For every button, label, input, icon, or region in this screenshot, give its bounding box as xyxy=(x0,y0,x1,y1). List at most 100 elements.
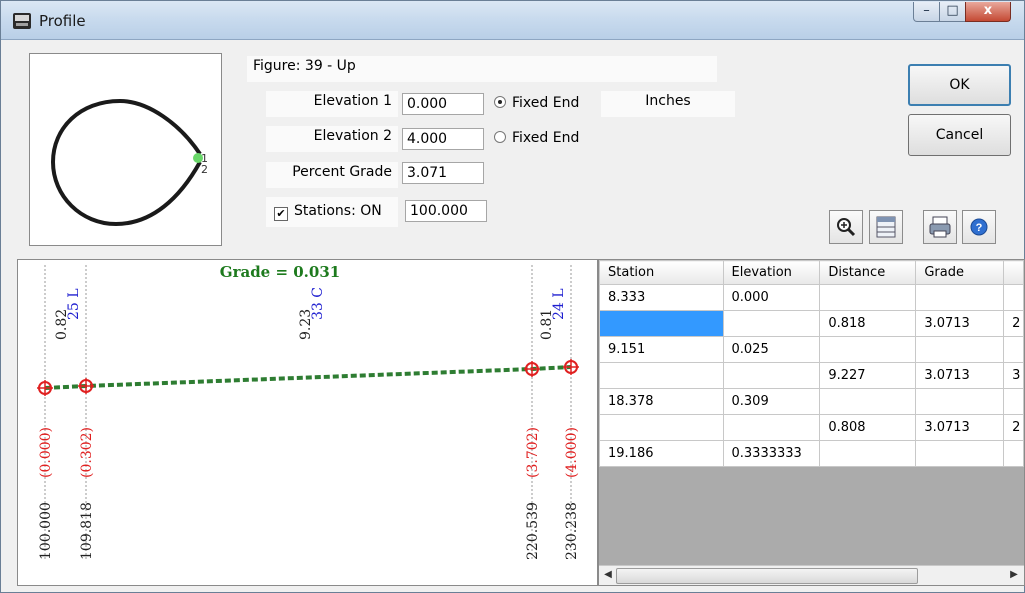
table-cell[interactable] xyxy=(722,310,821,337)
table-cell[interactable]: 0.000 xyxy=(722,284,821,311)
table-cell[interactable] xyxy=(819,440,917,467)
profile-view[interactable]: Grade = 0.031 0.82 25 L 9.23 33 C 0.81 24 L (0.… xyxy=(17,259,598,586)
close-button[interactable]: x xyxy=(965,2,1011,22)
fixed-end1-radio[interactable]: Fixed End xyxy=(494,95,579,111)
station-label: 220.539 xyxy=(525,502,541,560)
table-cell[interactable]: 0.808 xyxy=(819,414,917,441)
table-row[interactable]: 0.808 3.0713 2 xyxy=(599,414,1024,441)
maximize-icon: □ xyxy=(946,3,959,18)
ok-button[interactable]: OK xyxy=(908,64,1011,106)
figure-shape: 1 2 xyxy=(50,98,208,227)
table-cell[interactable] xyxy=(722,414,821,441)
fixed-end1-label: Fixed End xyxy=(512,95,580,111)
table-cell[interactable]: 0.025 xyxy=(722,336,821,363)
table-cell[interactable] xyxy=(599,310,724,337)
column-header[interactable]: Station xyxy=(599,260,724,285)
elevation-label: (0.000) xyxy=(38,427,54,478)
table-cell[interactable]: 8.333 xyxy=(599,284,724,311)
split-view-button[interactable] xyxy=(869,210,903,244)
table-cell[interactable]: 9.151 xyxy=(599,336,724,363)
table-cell[interactable]: 0.3333333 xyxy=(722,440,821,467)
table-cell[interactable]: 9.227 xyxy=(819,362,917,389)
table-cell[interactable]: 2 xyxy=(1003,414,1024,441)
table-cell[interactable]: 3.0713 xyxy=(915,362,1005,389)
app-icon xyxy=(13,13,31,29)
station-label: 100.000 xyxy=(38,502,54,560)
minimize-button[interactable]: – xyxy=(913,2,940,22)
table-cell[interactable]: 18.378 xyxy=(599,388,724,415)
table-cell[interactable] xyxy=(1003,440,1024,467)
figure-preview: 1 2 xyxy=(29,53,222,246)
elevation2-input[interactable]: 4.000 xyxy=(402,128,484,150)
window-title: Profile xyxy=(39,12,86,30)
table-cell[interactable] xyxy=(599,414,724,441)
elevation-label: (3.702) xyxy=(525,427,541,478)
column-header[interactable]: Elevation xyxy=(722,260,821,285)
zoom-in-button[interactable] xyxy=(829,210,863,244)
table-cell[interactable]: 3 xyxy=(1003,362,1024,389)
table-row[interactable]: 9.151 0.025 xyxy=(599,336,1024,363)
help-button[interactable]: ? xyxy=(962,210,996,244)
table-cell[interactable] xyxy=(722,362,821,389)
fixed-end2-label: Fixed End xyxy=(512,130,580,146)
table-cell[interactable] xyxy=(1003,388,1024,415)
elevation1-label: Elevation 1 xyxy=(266,91,398,117)
print-icon xyxy=(929,216,951,238)
elevation-label: (4.000) xyxy=(564,427,580,478)
close-icon: x xyxy=(983,3,993,18)
cancel-button[interactable]: Cancel xyxy=(908,114,1011,156)
column-header[interactable] xyxy=(1003,260,1024,285)
minimize-icon: – xyxy=(923,3,930,18)
scroll-thumb[interactable] xyxy=(616,568,918,584)
column-header[interactable]: Grade xyxy=(915,260,1005,285)
stations-label: Stations: ON xyxy=(294,203,382,219)
table-row[interactable]: 9.227 3.0713 3 xyxy=(599,362,1024,389)
station-label: 230.238 xyxy=(564,502,580,560)
help-icon: ? xyxy=(970,218,988,236)
maximize-button[interactable]: □ xyxy=(939,2,966,22)
table-cell[interactable] xyxy=(1003,284,1024,311)
table-row[interactable]: 18.378 0.309 xyxy=(599,388,1024,415)
percent-grade-label: Percent Grade xyxy=(266,162,398,188)
table-row[interactable]: 8.333 0.000 xyxy=(599,284,1024,311)
units-label: Inches xyxy=(601,91,735,117)
table-cell[interactable]: 3.0713 xyxy=(915,310,1005,337)
table-cell[interactable] xyxy=(819,388,917,415)
elevation1-input[interactable]: 0.000 xyxy=(402,93,484,115)
scroll-right-icon[interactable]: ▶ xyxy=(1006,567,1022,583)
svg-text:?: ? xyxy=(976,222,983,234)
table-cell[interactable]: 0.818 xyxy=(819,310,917,337)
table-cell[interactable]: 2 xyxy=(1003,310,1024,337)
segment-track-label: 33 C xyxy=(310,287,326,320)
table-row[interactable]: 0.818 3.0713 2 xyxy=(599,310,1024,337)
segment-track-label: 24 L xyxy=(551,288,567,320)
table-row[interactable]: 19.186 0.3333333 xyxy=(599,440,1024,467)
fixed-end2-radio[interactable]: Fixed End xyxy=(494,130,579,146)
zoom-in-icon xyxy=(837,218,856,237)
station-label: 109.818 xyxy=(79,502,95,560)
table-cell[interactable] xyxy=(915,336,1005,363)
scroll-left-icon[interactable]: ◀ xyxy=(600,567,616,583)
table-cell[interactable] xyxy=(1003,336,1024,363)
percent-grade-input[interactable]: 3.071 xyxy=(402,162,484,184)
table-cell[interactable] xyxy=(915,440,1005,467)
profile-drawing: Grade = 0.0310.8225 L9.2333 C0.8124 L(0.… xyxy=(37,263,580,560)
elevation2-label: Elevation 2 xyxy=(266,126,398,152)
profile-table[interactable]: Station Elevation Distance Grade 8.333 0.000… xyxy=(598,259,1025,586)
table-cell[interactable]: 19.186 xyxy=(599,440,724,467)
table-cell[interactable]: 3.0713 xyxy=(915,414,1005,441)
table-cell[interactable] xyxy=(599,362,724,389)
horizontal-scrollbar[interactable]: ◀ ▶ xyxy=(599,565,1024,585)
stations-input[interactable]: 100.000 xyxy=(405,200,487,222)
table-cell[interactable] xyxy=(819,284,917,311)
stations-row: ✔ Stations: ON xyxy=(266,197,398,227)
table-cell[interactable] xyxy=(915,284,1005,311)
title-bar[interactable]: Profile – □ x xyxy=(1,1,1024,40)
stations-checkbox[interactable]: ✔ Stations: ON xyxy=(274,203,382,221)
column-header[interactable]: Distance xyxy=(819,260,917,285)
table-cell[interactable] xyxy=(819,336,917,363)
figure-label: Figure: 39 - Up xyxy=(247,56,717,82)
table-cell[interactable] xyxy=(915,388,1005,415)
table-cell[interactable]: 0.309 xyxy=(722,388,821,415)
print-button[interactable] xyxy=(923,210,957,244)
